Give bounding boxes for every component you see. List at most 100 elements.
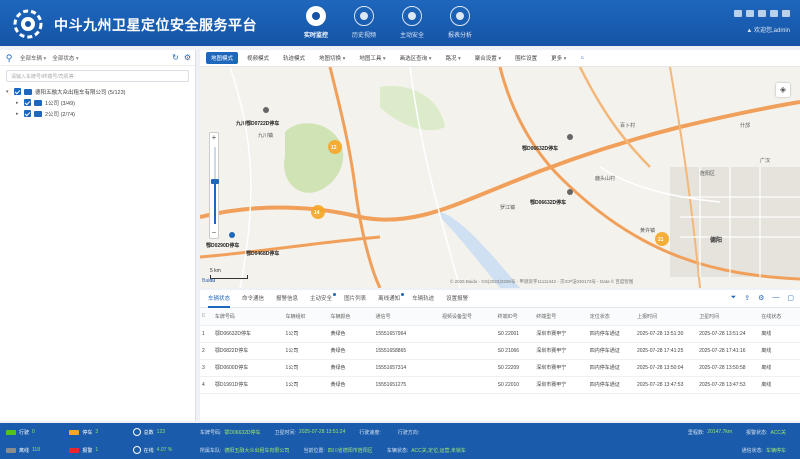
stat-alarm[interactable]: 报警 1 [69, 447, 132, 454]
table-row[interactable]: 1 鄂D06632D停车 1公司 黄绿色 15551657964 S0 2200… [200, 325, 800, 343]
map-area[interactable]: 地图模式 视频模式 轨迹模式 地图切换 地图工具 画选区查询 路况 聚合设置 围… [200, 50, 800, 288]
zoom-out-button[interactable]: − [210, 228, 218, 238]
logout-icon[interactable] [782, 10, 790, 17]
nav-realtime-monitor[interactable]: 实时监控 [292, 4, 340, 44]
car-icon [69, 429, 80, 435]
tab-vehicle-status[interactable]: 车辆状态 [208, 290, 231, 308]
vehicle-marker[interactable] [229, 232, 235, 238]
table-row[interactable]: 3 鄂D0600D停车 1公司 黄绿色 15551657314 S0 22209… [200, 359, 800, 377]
nav-label: 历史视频 [351, 33, 376, 39]
tab-offline-notice[interactable]: 离线通知 [378, 290, 405, 308]
fence-settings-button[interactable]: 围栏设置 [510, 52, 542, 64]
column-header[interactable]: 车辆组织 [283, 308, 329, 326]
video-mode-button[interactable]: 视频模式 [242, 52, 274, 64]
tree-checkbox[interactable] [24, 110, 31, 117]
table-row[interactable]: 4 鄂D1991D停车 1公司 黄绿色 15551651275 S0 22010… [200, 376, 800, 394]
message-icon[interactable] [734, 10, 742, 17]
area-query-dropdown[interactable]: 画选区查询 [395, 52, 437, 64]
stat-offline[interactable]: 离线 118 [6, 447, 69, 454]
stat-total[interactable]: 总数 123 [132, 428, 196, 436]
column-header[interactable]: 在线状态 [759, 308, 800, 326]
info-value: 四川省德阳市旌阳区 [327, 447, 373, 454]
map-canvas[interactable]: 九川镇 百卜村 鹿头山村 罗江镇 旌阳区 黄许镇 德阳 什邡 广汉 九川鄂D07… [200, 67, 800, 288]
table-row[interactable]: 2 鄂D0822D停车 1公司 黄绿色 15551658865 S0 21066… [200, 342, 800, 360]
table-cell: 深圳市赛甲宁 [534, 359, 588, 377]
tab-label: 主动安全 [310, 295, 333, 302]
column-header[interactable]: 车牌号码 [212, 308, 284, 326]
tree-checkbox[interactable] [24, 99, 31, 106]
cluster-settings-dropdown[interactable]: 聚合设置 [470, 52, 506, 64]
column-header[interactable]: 上报时间 [634, 308, 698, 326]
stat-online-rate[interactable]: 在线 4.07 % [132, 446, 196, 454]
filter-icon[interactable]: ⏷ [731, 294, 737, 302]
chevron-right-icon[interactable]: ▸ [16, 111, 21, 117]
track-mode-button[interactable]: 轨迹模式 [278, 52, 310, 64]
org-tree-icon[interactable]: ⚲ [4, 53, 14, 63]
tab-active-safety[interactable]: 主动安全 [310, 290, 337, 308]
map-mode-button[interactable]: 地图模式 [206, 52, 239, 64]
fullscreen-icon[interactable] [758, 10, 766, 17]
tab-label: 离线通知 [378, 295, 401, 302]
column-header[interactable]: 视频设备型号 [439, 308, 496, 326]
tree-checkbox[interactable] [14, 88, 21, 95]
home-icon[interactable]: ⌂ [575, 53, 588, 63]
table-cell: 1公司 [283, 325, 329, 343]
user-name[interactable]: ▲ 欢迎您,admin [734, 25, 790, 34]
tab-vehicle-track[interactable]: 车辆轨迹 [412, 290, 434, 308]
car-icon [6, 429, 16, 435]
nav-history-video[interactable]: 历史视频 [340, 4, 388, 44]
help-icon[interactable] [770, 10, 778, 17]
export-icon[interactable]: ⇪ [744, 294, 750, 302]
map-tools-dropdown[interactable]: 地图工具 [354, 52, 390, 64]
column-header[interactable]: 卫星时间 [697, 308, 760, 326]
more-dropdown[interactable]: 更多 [546, 52, 571, 64]
nav-report-analysis[interactable]: 报表分析 [436, 4, 484, 44]
layers-icon[interactable]: ◈ [776, 83, 790, 97]
tab-alarm-info[interactable]: 报警信息 [276, 290, 298, 308]
vehicle-marker[interactable] [263, 107, 269, 113]
table-cell: 黄绿色 [328, 376, 374, 394]
map-switch-dropdown[interactable]: 地图切换 [314, 52, 350, 64]
tree-node-company-1[interactable]: ▸ 1公司 (3/49) [6, 97, 195, 108]
chevron-down-icon[interactable]: ▾ [6, 89, 11, 95]
vehicle-status-table: ⁞⁞ 车牌号码 车辆组织 车辆颜色 通信号 视频设备型号 终端ID号 终端型号 … [200, 308, 800, 394]
tree-node-root[interactable]: ▾ 德阳五融大众出租车有限公司 (5/123) [6, 86, 195, 97]
maximize-icon[interactable]: ▢ [787, 294, 794, 302]
vehicle-filter-select[interactable]: 全部车辆 [20, 54, 46, 62]
settings-icon[interactable]: ⚙ [184, 53, 191, 63]
traffic-dropdown[interactable]: 路况 [440, 52, 465, 64]
status-filter-select[interactable]: 全部状态 [52, 54, 78, 62]
column-header[interactable]: 终端型号 [534, 308, 588, 326]
place-label: 广汉 [760, 157, 770, 164]
table-cell: 15551657314 [373, 359, 440, 377]
stat-parked[interactable]: 停车 3 [69, 429, 132, 436]
table-cell: S0 21066 [495, 342, 535, 360]
stat-driving[interactable]: 行驶 0 [6, 429, 69, 436]
tab-command[interactable]: 命令通信 [242, 290, 264, 308]
stat-value: 3 [95, 429, 99, 435]
vehicle-search-input[interactable]: 请输入车牌号/终端号/司机等 [6, 70, 189, 82]
settings-icon[interactable] [746, 10, 754, 17]
settings-icon[interactable]: ⚙ [758, 294, 764, 302]
chevron-right-icon[interactable]: ▸ [16, 100, 21, 106]
column-header[interactable]: 通信号 [373, 308, 440, 326]
tab-alarm-settings[interactable]: 设置报警 [446, 290, 468, 308]
table-cell: S0 22209 [495, 359, 535, 377]
nav-active-safety[interactable]: 主动安全 [388, 4, 436, 44]
refresh-icon[interactable]: ↻ [172, 53, 179, 63]
zoom-in-button[interactable]: + [210, 133, 218, 143]
video-icon [354, 6, 374, 26]
zoom-slider-handle[interactable] [211, 179, 219, 184]
column-header[interactable]: 终端ID号 [495, 308, 535, 326]
map-scale: 5 km [210, 268, 248, 279]
tree-node-company-2[interactable]: ▸ 2公司 (2/74) [6, 108, 195, 119]
vehicle-marker[interactable] [567, 134, 573, 140]
tab-image-list[interactable]: 图片列表 [344, 290, 366, 308]
column-header[interactable]: 车辆颜色 [328, 308, 374, 326]
minimize-icon[interactable]: — [772, 294, 779, 302]
vehicle-marker[interactable] [567, 189, 573, 195]
zoom-slider[interactable] [210, 143, 219, 228]
column-header[interactable]: 定位状态 [587, 308, 635, 326]
tab-label: 图片列表 [344, 295, 367, 302]
table-cell: 四内停车通证 [587, 342, 635, 360]
